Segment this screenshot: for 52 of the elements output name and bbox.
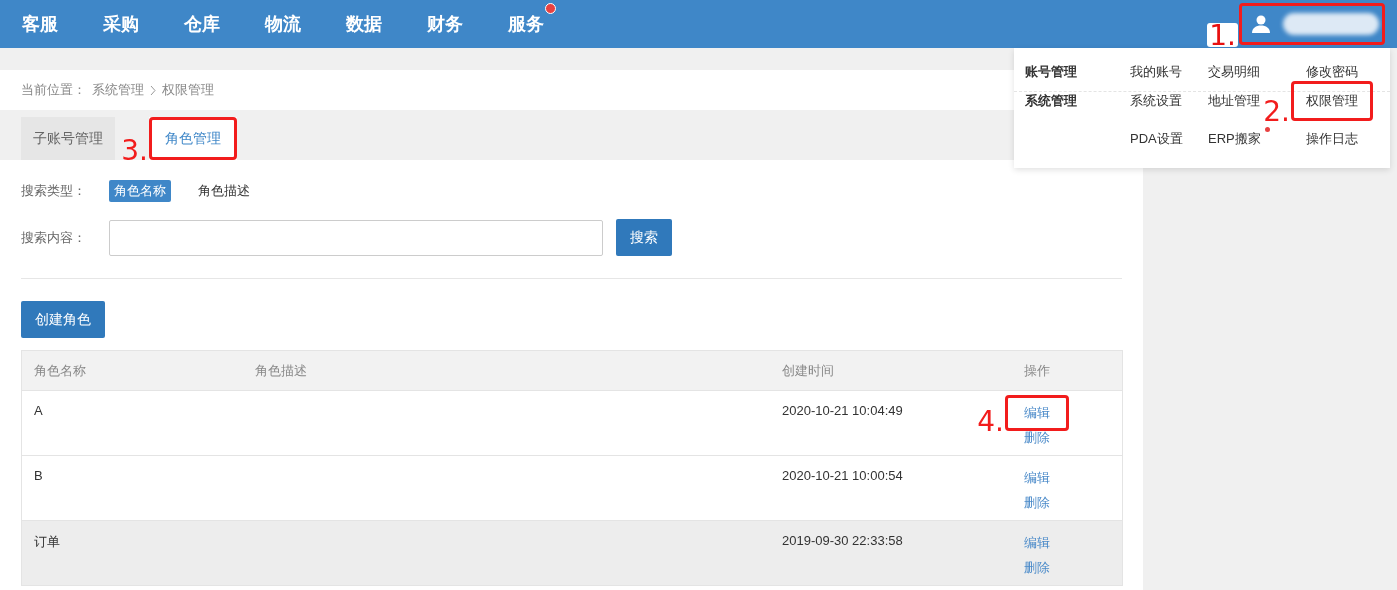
column-header: 角色名称 [33, 361, 87, 380]
search-type-label: 搜索类型： [21, 182, 87, 200]
search-content-label: 搜索内容： [21, 228, 87, 247]
menu-link[interactable]: 权限管理 [1306, 92, 1358, 110]
menu-link[interactable]: 系统设置 [1130, 92, 1182, 110]
column-header: 操作 [1023, 361, 1051, 380]
search-button[interactable]: 搜索 [616, 219, 672, 256]
menu-link[interactable]: 地址管理 [1208, 92, 1260, 110]
nav-item[interactable]: 采购 [103, 12, 139, 36]
chevron-icon [150, 84, 156, 96]
edit-link[interactable]: 编辑 [1024, 469, 1050, 487]
column-header: 角色描述 [254, 361, 308, 380]
nav-item[interactable]: 物流 [265, 12, 301, 36]
search-type-option[interactable]: 角色描述 [193, 180, 255, 202]
nav-item[interactable]: 数据 [346, 12, 382, 36]
delete-link[interactable]: 删除 [1024, 559, 1050, 577]
annotation-number: 4. [977, 410, 1004, 433]
nav-item[interactable]: 服务 [508, 12, 544, 36]
tab[interactable]: 子账号管理 [21, 117, 115, 160]
search-field[interactable] [109, 219, 603, 256]
create-role-button[interactable]: 创建角色 [21, 301, 105, 338]
delete-link[interactable]: 删除 [1024, 494, 1050, 512]
user-icon [1251, 15, 1271, 33]
nav-item[interactable]: 客服 [22, 12, 58, 36]
edit-link[interactable]: 编辑 [1024, 404, 1050, 422]
nav-item[interactable]: 仓库 [184, 12, 220, 36]
delete-link[interactable]: 删除 [1024, 429, 1050, 447]
highlight-box [1005, 395, 1069, 431]
nav-item[interactable]: 财务 [427, 12, 463, 36]
menu-link[interactable]: PDA设置 [1130, 130, 1183, 148]
menu-link[interactable]: 交易明细 [1208, 63, 1260, 81]
menu-section-title: 系统管理 [1025, 92, 1078, 110]
annotation-number: 3. [121, 139, 148, 162]
menu-link[interactable]: 操作日志 [1306, 130, 1358, 148]
edit-link[interactable]: 编辑 [1024, 534, 1050, 552]
table-cell: 2020-10-21 10:00:54 [782, 468, 903, 483]
column-header: 创建时间 [781, 361, 835, 380]
menu-link[interactable]: 修改密码 [1306, 63, 1358, 81]
annotation-number: 2. [1263, 100, 1290, 123]
breadcrumb-link[interactable]: 权限管理 [162, 81, 214, 99]
table-cell: B [34, 468, 43, 483]
menu-section-title: 账号管理 [1025, 63, 1078, 81]
search-type-option[interactable]: 角色名称 [109, 180, 171, 202]
menu-link[interactable]: ERP搬家 [1208, 130, 1261, 148]
table-cell: 订单 [34, 534, 60, 549]
table-cell: A [34, 403, 43, 418]
breadcrumb-label: 当前位置： [21, 81, 86, 99]
breadcrumb-link[interactable]: 系统管理 [92, 81, 144, 99]
table-cell: 2020-10-21 10:04:49 [782, 403, 903, 418]
table-cell: 2019-09-30 22:33:58 [782, 533, 903, 548]
annotation-number: 1. [1207, 22, 1238, 47]
menu-link[interactable]: 我的账号 [1130, 63, 1182, 81]
